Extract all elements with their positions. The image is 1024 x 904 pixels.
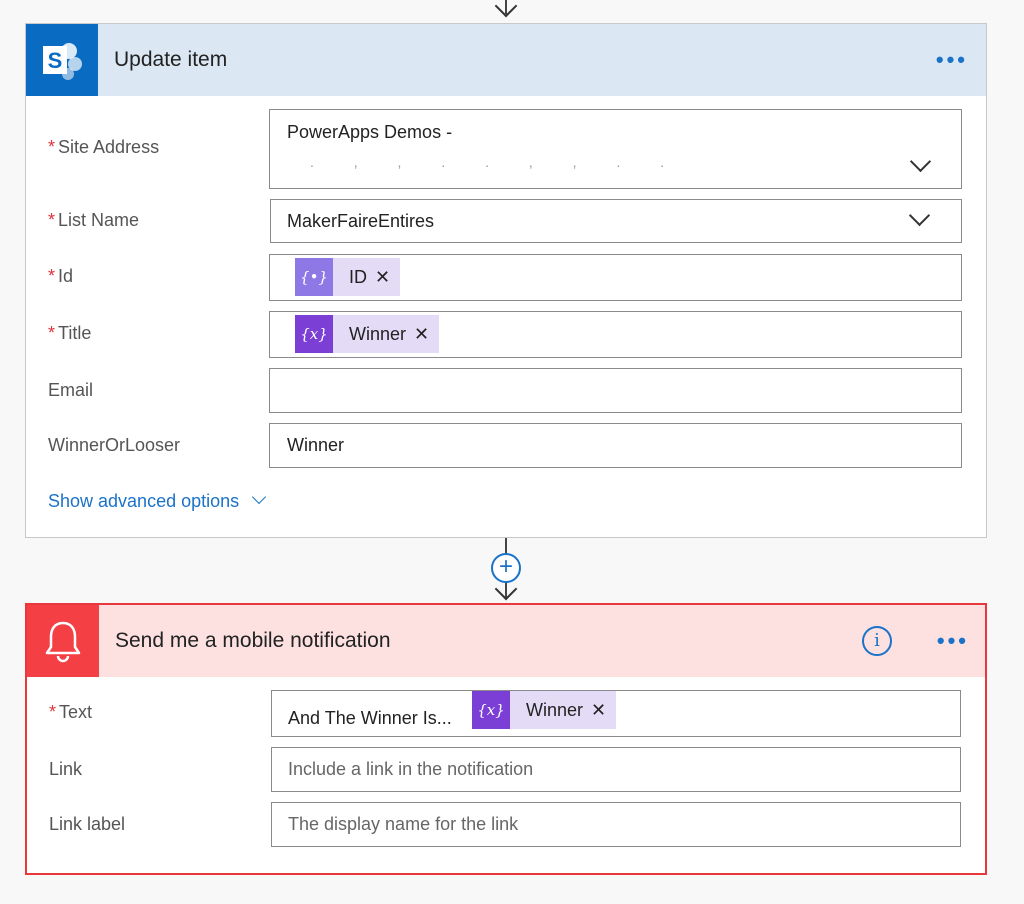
winner-or-looser-value: Winner bbox=[287, 435, 345, 455]
link-placeholder: Include a link in the notification bbox=[288, 759, 534, 779]
id-label: * Id bbox=[48, 266, 74, 286]
text-prefix: And The Winner Is... bbox=[288, 708, 452, 728]
required-marker: * bbox=[48, 137, 56, 157]
more-options-icon[interactable]: ••• bbox=[936, 24, 968, 96]
link-label-placeholder: The display name for the link bbox=[288, 814, 519, 834]
winner-or-looser-label: WinnerOrLooser bbox=[48, 435, 181, 455]
site-address-value: PowerApps Demos - bbox=[287, 122, 453, 142]
token-label: Winner bbox=[526, 699, 584, 720]
link-label: Link bbox=[49, 759, 83, 779]
svg-text:S: S bbox=[48, 48, 63, 73]
link-label-field[interactable]: The display name for the link bbox=[271, 802, 961, 847]
sharepoint-icon: S bbox=[26, 24, 98, 96]
list-name-dropdown[interactable]: MakerFaireEntires bbox=[270, 199, 962, 243]
update-item-header[interactable]: S Update item ••• bbox=[26, 24, 986, 96]
remove-token-icon[interactable]: ✕ bbox=[375, 267, 400, 288]
title-field[interactable]: {x} Winner ✕ bbox=[269, 311, 962, 358]
update-item-card: S Update item ••• * Site Address PowerApp… bbox=[25, 23, 987, 538]
remove-token-icon[interactable]: ✕ bbox=[591, 700, 616, 721]
variable-icon: {x} bbox=[295, 315, 333, 353]
update-item-title: Update item bbox=[114, 48, 228, 71]
email-field[interactable] bbox=[269, 368, 962, 413]
notification-header[interactable]: Send me a mobile notification i ••• bbox=[27, 605, 985, 677]
show-advanced-options-link[interactable]: Show advanced options bbox=[48, 489, 267, 512]
list-name-label: * List Name bbox=[48, 210, 140, 230]
chevron-down-icon[interactable] bbox=[908, 204, 931, 227]
variable-icon: {x} bbox=[472, 691, 510, 729]
site-address-url: . , , . . , , . . bbox=[310, 154, 683, 170]
title-label: * Title bbox=[48, 323, 92, 343]
site-address-dropdown[interactable]: PowerApps Demos - . , , . . , , . . bbox=[269, 109, 962, 189]
site-address-label: * Site Address bbox=[48, 137, 160, 157]
email-label: Email bbox=[48, 380, 94, 400]
dynamic-content-icon: {•} bbox=[295, 258, 333, 296]
chevron-down-icon bbox=[252, 489, 267, 505]
chevron-down-icon[interactable] bbox=[909, 150, 932, 173]
winner-token[interactable]: {x} Winner ✕ bbox=[295, 315, 440, 353]
list-name-value: MakerFaireEntires bbox=[287, 211, 435, 231]
bell-icon bbox=[27, 605, 99, 677]
notification-title: Send me a mobile notification bbox=[115, 629, 391, 652]
text-label: * Text bbox=[49, 702, 93, 722]
notification-card: Send me a mobile notification i ••• * Tex… bbox=[25, 603, 987, 875]
token-label: Winner bbox=[349, 323, 407, 344]
winner-or-looser-field[interactable]: Winner bbox=[269, 423, 962, 468]
remove-token-icon[interactable]: ✕ bbox=[414, 324, 439, 345]
winner-token[interactable]: {x} Winner ✕ bbox=[472, 691, 617, 729]
arrow-down-icon bbox=[494, 0, 518, 18]
link-field[interactable]: Include a link in the notification bbox=[271, 747, 961, 792]
more-options-icon[interactable]: ••• bbox=[937, 605, 969, 677]
text-field[interactable]: And The Winner Is... {x} Winner ✕ bbox=[271, 690, 961, 737]
info-icon[interactable]: i bbox=[862, 626, 892, 656]
id-field[interactable]: {•} ID ✕ bbox=[269, 254, 962, 301]
link-label-label: Link label bbox=[49, 814, 126, 834]
id-token[interactable]: {•} ID ✕ bbox=[295, 258, 401, 296]
token-label: ID bbox=[349, 266, 367, 287]
